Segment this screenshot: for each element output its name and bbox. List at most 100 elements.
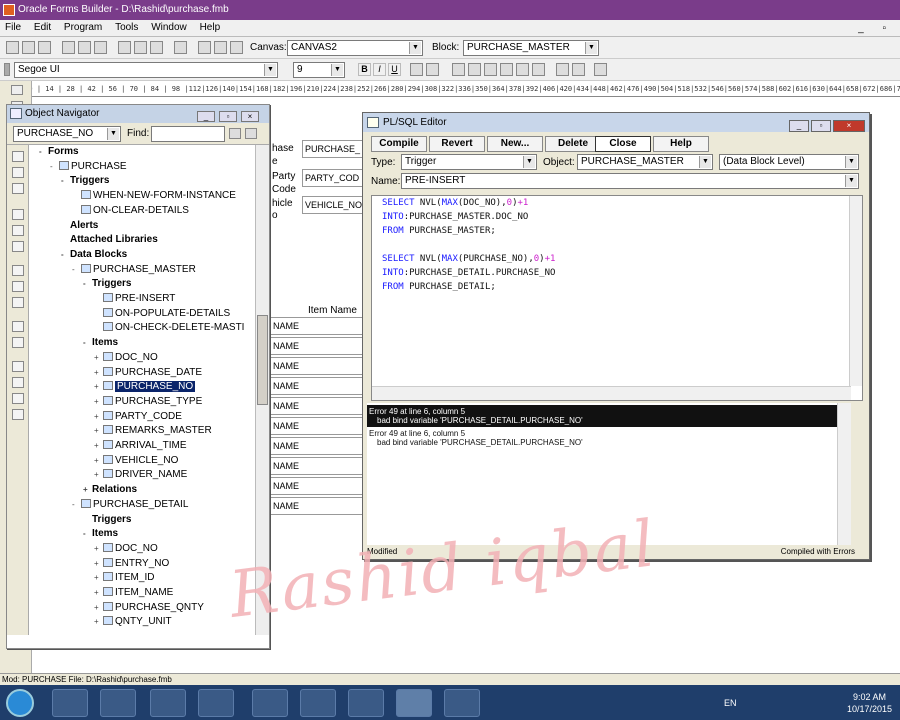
minimize-icon[interactable]: _	[197, 111, 215, 122]
collapse-all-icon[interactable]	[12, 409, 24, 420]
skype-icon[interactable]	[300, 689, 336, 717]
maximize-icon[interactable]: ▫	[219, 111, 237, 122]
navigator-location-select[interactable]: PURCHASE_NO ▼	[13, 126, 121, 142]
tree-toggle-icon[interactable]: +	[94, 615, 103, 629]
tree-toggle-icon[interactable]: -	[72, 263, 81, 277]
clock[interactable]: 9:02 AM 10/17/2015	[847, 691, 892, 715]
align-top-icon[interactable]	[500, 63, 513, 76]
tree-toggle-icon[interactable]: -	[83, 336, 92, 350]
tree-toggle-icon[interactable]: +	[83, 483, 92, 497]
align-middle-icon[interactable]	[516, 63, 529, 76]
code-editor[interactable]: SELECT NVL(MAX(DOC_NO),0)+1 INTO:PURCHAS…	[371, 195, 863, 401]
copy-icon[interactable]	[134, 41, 147, 54]
object-select[interactable]: PURCHASE_MASTER ▼	[577, 154, 713, 170]
scrollbar-thumb[interactable]	[257, 315, 268, 405]
run-icon[interactable]	[12, 209, 24, 220]
vehicle-no-field[interactable]: VEHICLE_NO	[302, 196, 366, 214]
language-indicator[interactable]: EN	[724, 698, 737, 708]
start-button-icon[interactable]	[6, 689, 34, 717]
oracle-forms-task-icon[interactable]	[396, 689, 432, 717]
type-select[interactable]: Trigger ▼	[401, 154, 537, 170]
tree-toggle-icon[interactable]: -	[83, 527, 92, 541]
plsql-editor-titlebar[interactable]: PL/SQL Editor _ ▫ ×	[363, 113, 869, 132]
minimize-icon[interactable]: _	[789, 120, 809, 132]
file-explorer-icon[interactable]	[252, 689, 288, 717]
help-icon[interactable]	[230, 41, 243, 54]
paint-icon[interactable]	[198, 689, 234, 717]
tree-toggle-icon[interactable]: -	[39, 145, 48, 159]
menu-help[interactable]: Help	[195, 20, 226, 35]
zoom-out-icon[interactable]	[426, 63, 439, 76]
tree-node[interactable]: + PURCHASE_DATE	[94, 366, 202, 380]
tree-node[interactable]: ON-POPULATE-DETAILS	[94, 307, 230, 321]
menu-program[interactable]: Program	[59, 20, 107, 35]
undo-icon[interactable]	[174, 41, 187, 54]
new-module-icon[interactable]	[12, 151, 24, 162]
tree-node[interactable]: Alerts	[61, 219, 98, 233]
level-select[interactable]: (Data Block Level) ▼	[719, 154, 859, 170]
error-message-selected[interactable]: Error 49 at line 6, column 5 bad bind va…	[367, 405, 851, 427]
delete-button[interactable]: Delete	[545, 136, 601, 152]
block-select[interactable]: PURCHASE_MASTER ▼	[463, 40, 599, 56]
save-icon[interactable]	[12, 183, 24, 194]
delete-icon[interactable]	[12, 337, 24, 348]
tree-toggle-icon[interactable]: +	[94, 601, 103, 615]
tree-toggle-icon[interactable]: +	[94, 542, 103, 556]
menu-window[interactable]: Window	[146, 20, 192, 35]
tree-node[interactable]: Triggers	[83, 513, 131, 527]
tree-toggle-icon[interactable]: +	[94, 571, 103, 585]
tree-node[interactable]: + PURCHASE_QNTY	[94, 601, 204, 615]
tree-toggle-icon[interactable]: +	[94, 380, 103, 394]
select-arrow-icon[interactable]	[11, 85, 23, 95]
tree-node[interactable]: + VEHICLE_NO	[94, 454, 178, 468]
tree-node[interactable]: + PARTY_CODE	[94, 410, 182, 424]
align-left-icon[interactable]	[452, 63, 465, 76]
expand-icon[interactable]	[12, 361, 24, 372]
create-icon[interactable]	[12, 321, 24, 332]
bold-icon[interactable]: B	[358, 63, 371, 76]
tree-toggle-icon[interactable]: +	[94, 439, 103, 453]
tree-toggle-icon[interactable]: +	[94, 557, 103, 571]
maximize-icon[interactable]: ▫	[811, 120, 831, 132]
italic-icon[interactable]: I	[373, 63, 386, 76]
tree-node[interactable]: + QNTY_UNIT	[94, 615, 172, 629]
tree-toggle-icon[interactable]: +	[94, 468, 103, 482]
tree-node[interactable]: - Triggers	[83, 277, 131, 291]
tree-toggle-icon[interactable]: +	[94, 395, 103, 409]
save-icon[interactable]	[38, 41, 51, 54]
tree-toggle-icon[interactable]: +	[94, 586, 103, 600]
compile-button[interactable]: Compile	[371, 136, 427, 152]
error-message[interactable]: Error 49 at line 6, column 5 bad bind va…	[369, 429, 583, 447]
collapse-icon[interactable]	[12, 377, 24, 388]
revert-button[interactable]: Revert	[429, 136, 485, 152]
item-name-row-field[interactable]: NAME	[270, 417, 370, 435]
new-file-icon[interactable]	[6, 41, 19, 54]
menu-tools[interactable]: Tools	[110, 20, 143, 35]
tree-node[interactable]: + DOC_NO	[94, 542, 158, 556]
tree-toggle-icon[interactable]: -	[50, 160, 59, 174]
align-icon[interactable]	[198, 41, 211, 54]
tree-node[interactable]: + ENTRY_NO	[94, 557, 169, 571]
tree-toggle-icon[interactable]: -	[83, 277, 92, 291]
close-button[interactable]: Close	[595, 136, 651, 152]
window-title-bar[interactable]: Oracle Forms Builder - D:\Rashid\purchas…	[0, 0, 900, 20]
close-icon[interactable]: ×	[241, 111, 259, 122]
canvas-select[interactable]: CANVAS2 ▼	[287, 40, 423, 56]
tree-node[interactable]: - Forms	[39, 145, 79, 159]
new-button[interactable]: New...	[487, 136, 543, 152]
tree-toggle-icon[interactable]: +	[94, 366, 103, 380]
item-name-row-field[interactable]: NAME	[270, 317, 370, 335]
find-previous-icon[interactable]	[245, 128, 257, 139]
underline-icon[interactable]: U	[388, 63, 401, 76]
tree-node[interactable]: - PURCHASE	[50, 160, 127, 174]
internet-explorer-icon[interactable]	[52, 689, 88, 717]
party-code-field[interactable]: PARTY_COD	[302, 169, 366, 187]
tree-toggle-icon[interactable]: +	[94, 410, 103, 424]
send-back-icon[interactable]	[572, 63, 585, 76]
document-icon[interactable]	[444, 689, 480, 717]
zoom-in-icon[interactable]	[410, 63, 423, 76]
tree-node[interactable]: + REMARKS_MASTER	[94, 424, 212, 438]
cut-icon[interactable]	[118, 41, 131, 54]
item-name-row-field[interactable]: NAME	[270, 337, 370, 355]
tree-node[interactable]: - Triggers	[61, 174, 109, 188]
